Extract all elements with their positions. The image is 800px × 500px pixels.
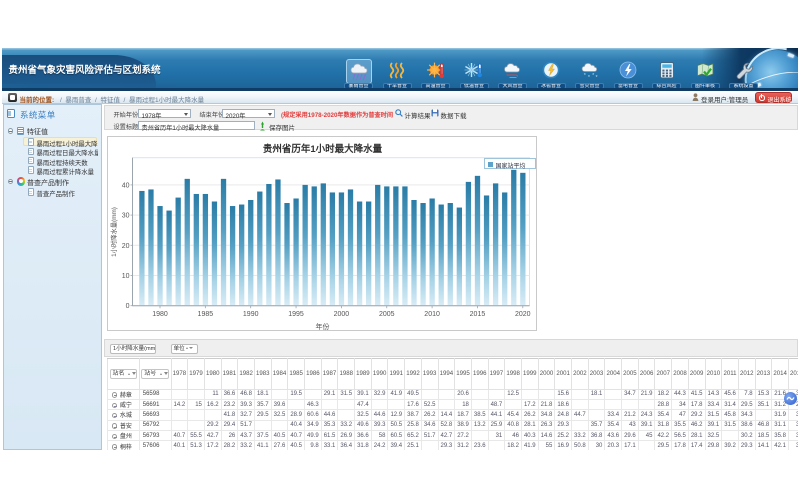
svg-text:30: 30 <box>122 212 130 219</box>
svg-text:*: * <box>583 73 586 79</box>
svg-text:*: * <box>587 75 590 80</box>
svg-text:1985: 1985 <box>198 311 214 318</box>
svg-text:2015: 2015 <box>470 311 486 318</box>
svg-text:2005: 2005 <box>379 311 395 318</box>
svg-text:1990: 1990 <box>243 311 259 318</box>
svg-text:0: 0 <box>126 303 130 310</box>
svg-text:10: 10 <box>122 273 130 280</box>
svg-text:2010: 2010 <box>424 311 440 318</box>
svg-text:20: 20 <box>122 243 130 250</box>
svg-text:40: 40 <box>122 182 130 189</box>
svg-text:1980: 1980 <box>152 311 168 318</box>
svg-text:*: * <box>595 75 598 80</box>
svg-text:2000: 2000 <box>334 311 350 318</box>
svg-text:2020: 2020 <box>515 311 531 318</box>
svg-text:1995: 1995 <box>288 311 304 318</box>
